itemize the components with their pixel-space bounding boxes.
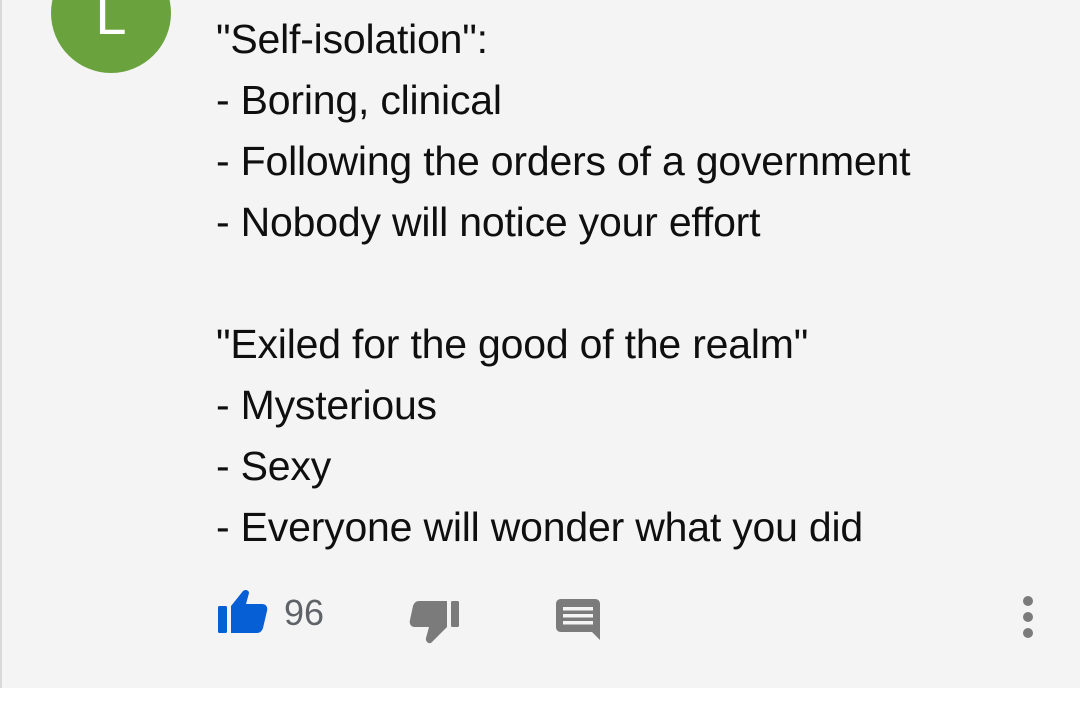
comment-line-blank [216,253,1036,314]
comment-line: "Exiled for the good of the realm" [216,321,809,367]
comment-card: L "Self-isolation": - Boring, clinical -… [0,0,1080,688]
dislike-button[interactable] [409,597,461,647]
more-options-button[interactable] [1012,593,1042,643]
comment-icon [556,599,600,640]
comment-text: "Self-isolation": - Boring, clinical - F… [216,9,1036,558]
thumbs-down-icon [409,601,459,644]
avatar[interactable]: L [51,0,171,73]
comment-line: - Everyone will wonder what you did [216,504,864,550]
like-button[interactable] [217,587,269,635]
thumbs-up-icon [218,589,268,633]
comment-line: - Boring, clinical [216,77,502,123]
comment-line: "Self-isolation": [216,16,488,62]
comment-line: - Nobody will notice your effort [216,199,761,245]
comment-line: - Sexy [216,443,331,489]
comment-line: - Mysterious [216,382,437,428]
comment-line: - Following the orders of a government [216,138,911,184]
reply-button[interactable] [556,597,602,643]
avatar-letter: L [95,0,127,46]
like-count: 96 [284,592,325,633]
more-vertical-icon [1023,596,1033,638]
